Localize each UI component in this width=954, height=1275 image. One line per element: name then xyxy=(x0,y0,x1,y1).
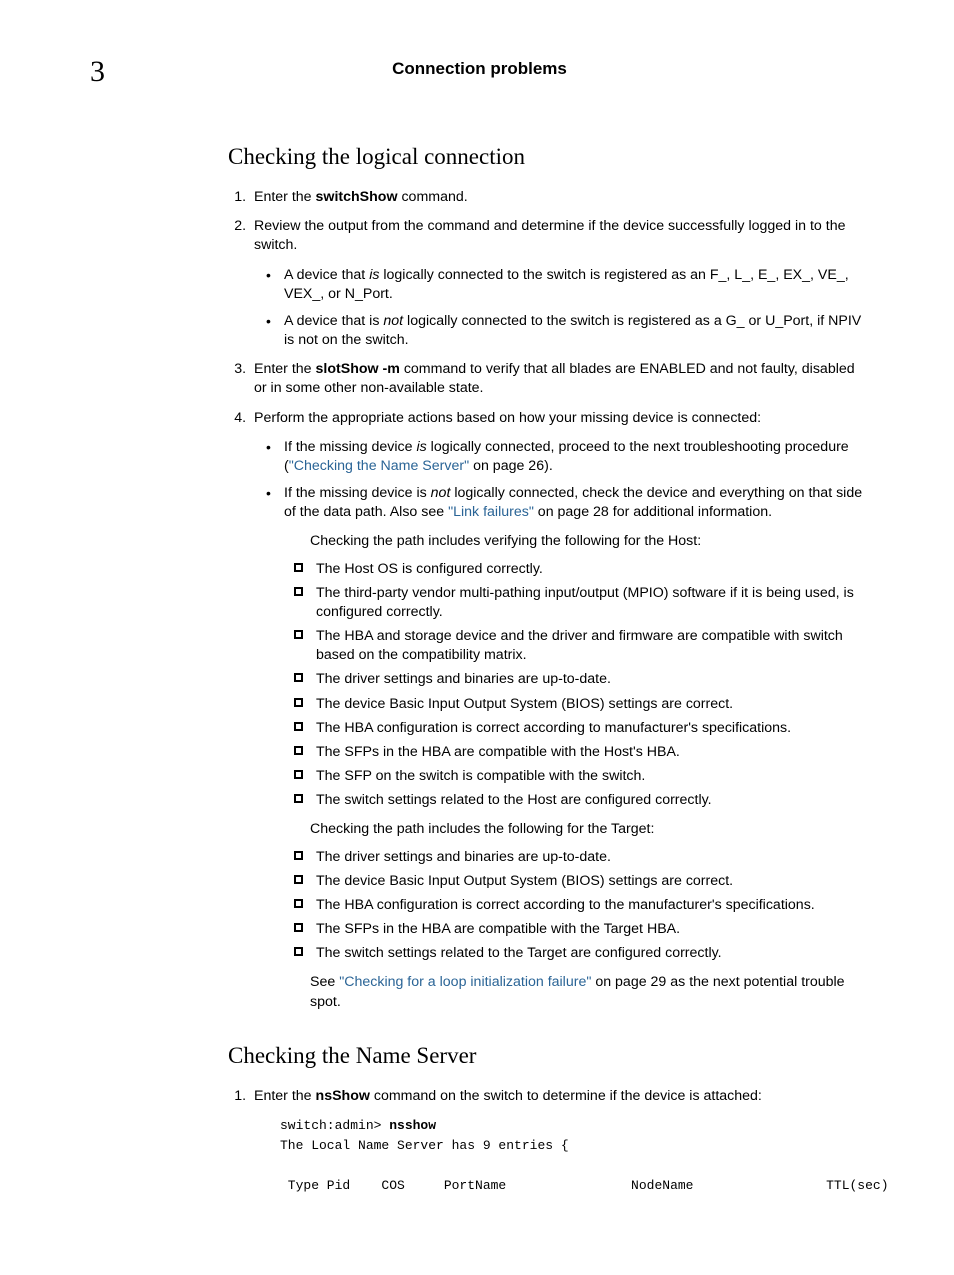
checklist-item: The SFPs in the HBA are compatible with … xyxy=(310,920,869,939)
target-checklist: The driver settings and binaries are up-… xyxy=(284,848,869,964)
checklist-item: The SFPs in the HBA are compatible with … xyxy=(310,743,869,762)
cmd-nsshow: nsShow xyxy=(316,1088,370,1104)
checklist-item: The HBA configuration is correct accordi… xyxy=(310,896,869,915)
see-also: See "Checking for a loop initialization … xyxy=(310,973,869,1011)
host-checks-intro: Checking the path includes verifying the… xyxy=(310,532,869,551)
ns-step-1: Enter the nsShow command on the switch t… xyxy=(250,1087,869,1197)
step-2: Review the output from the command and d… xyxy=(250,217,869,350)
checklist-item: The HBA and storage device and the drive… xyxy=(310,627,869,665)
bullet-missing-not-connected: If the missing device is not logically c… xyxy=(280,484,869,1012)
checklist-item: The SFP on the switch is compatible with… xyxy=(310,767,869,786)
host-checklist: The Host OS is configured correctly. The … xyxy=(284,560,869,811)
checklist-item: The driver settings and binaries are up-… xyxy=(310,848,869,867)
checklist-item: The Host OS is configured correctly. xyxy=(310,560,869,579)
code-block-nsshow: switch:admin> nsshow The Local Name Serv… xyxy=(280,1116,869,1197)
bullet-is-connected: A device that is logically connected to … xyxy=(280,266,869,304)
section-heading-logical-connection: Checking the logical connection xyxy=(228,141,869,172)
steps-list-ns: Enter the nsShow command on the switch t… xyxy=(228,1087,869,1197)
bullet-missing-is-connected: If the missing device is logically conne… xyxy=(280,438,869,476)
cmd-switchshow: switchShow xyxy=(316,189,398,205)
link-loop-init-failure[interactable]: "Checking for a loop initialization fail… xyxy=(339,974,591,990)
checklist-item: The switch settings related to the Host … xyxy=(310,791,869,810)
step-4: Perform the appropriate actions based on… xyxy=(250,409,869,1012)
checklist-item: The switch settings related to the Targe… xyxy=(310,944,869,963)
checklist-item: The device Basic Input Output System (BI… xyxy=(310,695,869,714)
link-link-failures[interactable]: "Link failures" xyxy=(448,504,534,520)
checklist-item: The HBA configuration is correct accordi… xyxy=(310,719,869,738)
step-3: Enter the slotShow -m command to verify … xyxy=(250,360,869,398)
link-checking-name-server[interactable]: "Checking the Name Server" xyxy=(289,458,469,474)
steps-list: Enter the switchShow command. Review the… xyxy=(228,188,869,1012)
checklist-item: The driver settings and binaries are up-… xyxy=(310,670,869,689)
section-heading-name-server: Checking the Name Server xyxy=(228,1040,869,1071)
checklist-item: The device Basic Input Output System (BI… xyxy=(310,872,869,891)
checklist-item: The third-party vendor multi-pathing inp… xyxy=(310,584,869,622)
chapter-number: 3 xyxy=(90,52,105,93)
step-1: Enter the switchShow command. xyxy=(250,188,869,207)
target-checks-intro: Checking the path includes the following… xyxy=(310,820,869,839)
cmd-slotshow: slotShow -m xyxy=(316,361,400,377)
running-header: Connection problems xyxy=(90,58,869,81)
bullet-not-connected: A device that is not logically connected… xyxy=(280,312,869,350)
